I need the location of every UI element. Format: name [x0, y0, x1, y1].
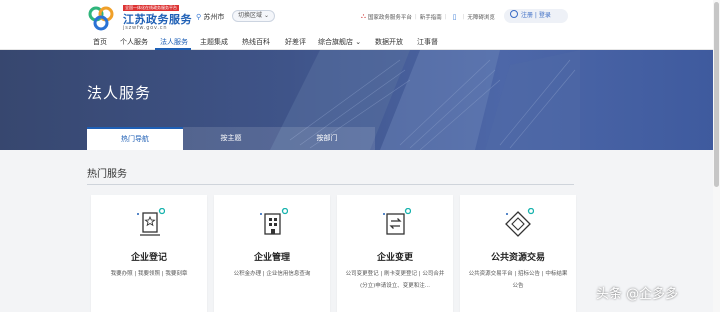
registration-icon — [137, 208, 165, 236]
service-card[interactable]: 公共资源交易 公共资源交易平台 | 招标公告 | 中标结果公告 — [460, 195, 576, 312]
scrollbar-thumb[interactable] — [714, 2, 719, 187]
link-national-platform[interactable]: 国家政务服务平台 — [368, 13, 412, 21]
top-header: 全国一体化在线政务服务平台 江苏政务服务 jszwfw.gov.cn ⚲ 苏州市… — [0, 0, 720, 33]
tab-hot-nav[interactable]: 热门导航 — [87, 127, 183, 150]
national-emblem-icon: ⛬ — [361, 12, 366, 20]
tab-by-department[interactable]: 按部门 — [279, 127, 375, 150]
chevron-down-icon: ⌄ — [263, 12, 269, 19]
card-title: 企业管理 — [253, 253, 290, 263]
service-card[interactable]: 企业管理 公积金办理 | 企业信用信息查询 — [214, 195, 330, 312]
city-selector[interactable]: ⚲ 苏州市 — [196, 12, 224, 22]
nav-flagship-label: 综合旗舰店 — [318, 38, 353, 46]
card-links[interactable]: 公共资源交易平台 | 招标公告 | 中标结果公告 — [466, 268, 570, 292]
nav-topics[interactable]: 主题集成 — [200, 37, 228, 47]
divider: | — [462, 13, 465, 20]
scrollbar[interactable] — [713, 0, 720, 312]
card-links[interactable]: 公积金办理 | 企业信用信息查询 — [220, 268, 324, 280]
page-title: 法人服务 — [87, 84, 152, 102]
watermark: 头条 @企多多 — [596, 287, 679, 302]
service-card[interactable]: 企业变更 公司变更登记 | 刷卡变更登记 | 公司合并(分立)申请设立、变更和注… — [337, 195, 453, 312]
card-title: 企业变更 — [376, 253, 413, 263]
user-icon — [510, 10, 518, 18]
card-title: 企业登记 — [130, 253, 167, 263]
building-icon — [260, 208, 288, 235]
section-title: 热门服务 — [87, 169, 127, 180]
divider: | — [414, 13, 417, 20]
switch-region-label: 切换区域 — [238, 12, 263, 19]
service-card[interactable]: 企业登记 我要办照 | 我要领照 | 我要刻章 — [91, 195, 207, 312]
nav-personal[interactable]: 个人服务 — [120, 37, 148, 47]
section-divider — [87, 184, 574, 185]
nav-hotline[interactable]: 热线百科 — [242, 37, 270, 47]
main-nav: 首页 个人服务 法人服务 主题集成 热线百科 好差评 综合旗舰店 ⌄ 数据开放 … — [0, 33, 720, 81]
card-title: 公共资源交易 — [490, 253, 545, 263]
exchange-icon — [383, 208, 411, 235]
nav-data-open[interactable]: 数据开放 — [375, 37, 403, 47]
login-button[interactable]: 注册 | 登录 — [504, 9, 568, 23]
chevron-down-icon: ⌄ — [355, 38, 362, 46]
top-links: ⛬ 国家政务服务平台 | 新手指南 | ▯ | 无障碍浏览 — [361, 12, 495, 21]
city-name: 苏州市 — [203, 13, 225, 21]
site-url: jszwfw.gov.cn — [123, 25, 168, 31]
link-guide[interactable]: 新手指南 — [420, 13, 442, 21]
nav-home[interactable]: 首页 — [93, 37, 107, 47]
login-label: 注册 | 登录 — [521, 12, 551, 19]
nav-review[interactable]: 好差评 — [285, 37, 306, 47]
nav-legal[interactable]: 法人服务 — [160, 37, 188, 47]
link-accessibility[interactable]: 无障碍浏览 — [467, 13, 495, 21]
card-links[interactable]: 公司变更登记 | 刷卡变更登记 | 公司合并(分立)申请设立、变更和注... — [343, 268, 447, 292]
divider: | — [444, 13, 447, 20]
logo-icon[interactable] — [87, 5, 115, 31]
nav-flagship[interactable]: 综合旗舰店 ⌄ — [318, 37, 361, 47]
card-links[interactable]: 我要办照 | 我要领照 | 我要刻章 — [97, 268, 201, 280]
switch-region-button[interactable]: 切换区域 ⌄ — [232, 10, 275, 22]
tab-by-topic[interactable]: 按主题 — [183, 127, 279, 150]
location-pin-icon: ⚲ — [196, 13, 202, 21]
mobile-icon[interactable]: ▯ — [453, 13, 457, 21]
diamond-icon — [505, 208, 534, 237]
nav-supervise[interactable]: 江事督 — [417, 37, 438, 47]
